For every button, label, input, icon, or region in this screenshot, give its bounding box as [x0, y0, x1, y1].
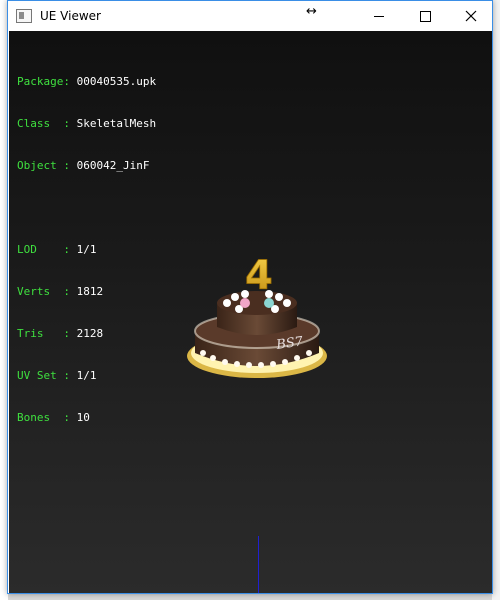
3d-viewport[interactable]: Package: 00040535.upk Class : SkeletalMe…: [9, 31, 492, 593]
info-sep: :: [63, 243, 77, 256]
info-key: Verts: [17, 285, 64, 298]
info-value: 1812: [76, 285, 104, 298]
ue-viewer-window[interactable]: UE Viewer ↔ Package: 00040535.upk Class …: [7, 0, 493, 594]
title-bar[interactable]: UE Viewer ↔: [8, 1, 492, 31]
info-key: Tris: [17, 327, 64, 340]
info-sep: :: [63, 327, 77, 340]
info-value: 10: [76, 411, 90, 424]
info-value: 2128: [76, 327, 104, 340]
cake-candle-number: 4: [245, 253, 273, 299]
info-value: 060042_JinF: [76, 159, 150, 172]
cake-model[interactable]: BS7 4: [179, 231, 329, 391]
info-sep: :: [63, 411, 77, 424]
info-value: 1/1: [76, 369, 97, 382]
info-uvset: UV Set : 1/1: [17, 369, 156, 383]
info-key: LOD: [17, 243, 64, 256]
info-key: Object: [17, 159, 64, 172]
window-title: UE Viewer: [40, 9, 101, 23]
info-value: 00040535.upk: [76, 75, 157, 88]
maximize-button[interactable]: [402, 1, 448, 31]
close-button[interactable]: [448, 1, 494, 31]
info-key: Bones: [17, 411, 64, 424]
info-key: Package: [17, 75, 64, 88]
info-verts: Verts : 1812: [17, 285, 156, 299]
info-value: 1/1: [76, 243, 97, 256]
info-key: UV Set: [17, 369, 64, 382]
info-sep: :: [63, 285, 77, 298]
close-icon: [465, 10, 477, 22]
resize-cursor-icon: ↔: [306, 4, 317, 19]
info-sep: :: [63, 159, 77, 172]
info-gap: [17, 201, 156, 215]
mesh-info-overlay: Package: 00040535.upk Class : SkeletalMe…: [17, 47, 156, 453]
info-key: Class: [17, 117, 64, 130]
info-sep: :: [63, 75, 77, 88]
info-sep: :: [63, 369, 77, 382]
app-icon[interactable]: [16, 9, 32, 23]
info-object: Object : 060042_JinF: [17, 159, 156, 173]
background-window-right: [492, 0, 500, 600]
info-class: Class : SkeletalMesh: [17, 117, 156, 131]
info-package: Package: 00040535.upk: [17, 75, 156, 89]
info-bones: Bones : 10: [17, 411, 156, 425]
info-lod: LOD : 1/1: [17, 243, 156, 257]
maximize-icon: [419, 10, 431, 22]
info-tris: Tris : 2128: [17, 327, 156, 341]
info-value: SkeletalMesh: [76, 117, 157, 130]
minimize-button[interactable]: [356, 1, 402, 31]
minimize-icon: [374, 15, 384, 17]
info-sep: :: [63, 117, 77, 130]
axis-indicator-line: [258, 536, 259, 593]
